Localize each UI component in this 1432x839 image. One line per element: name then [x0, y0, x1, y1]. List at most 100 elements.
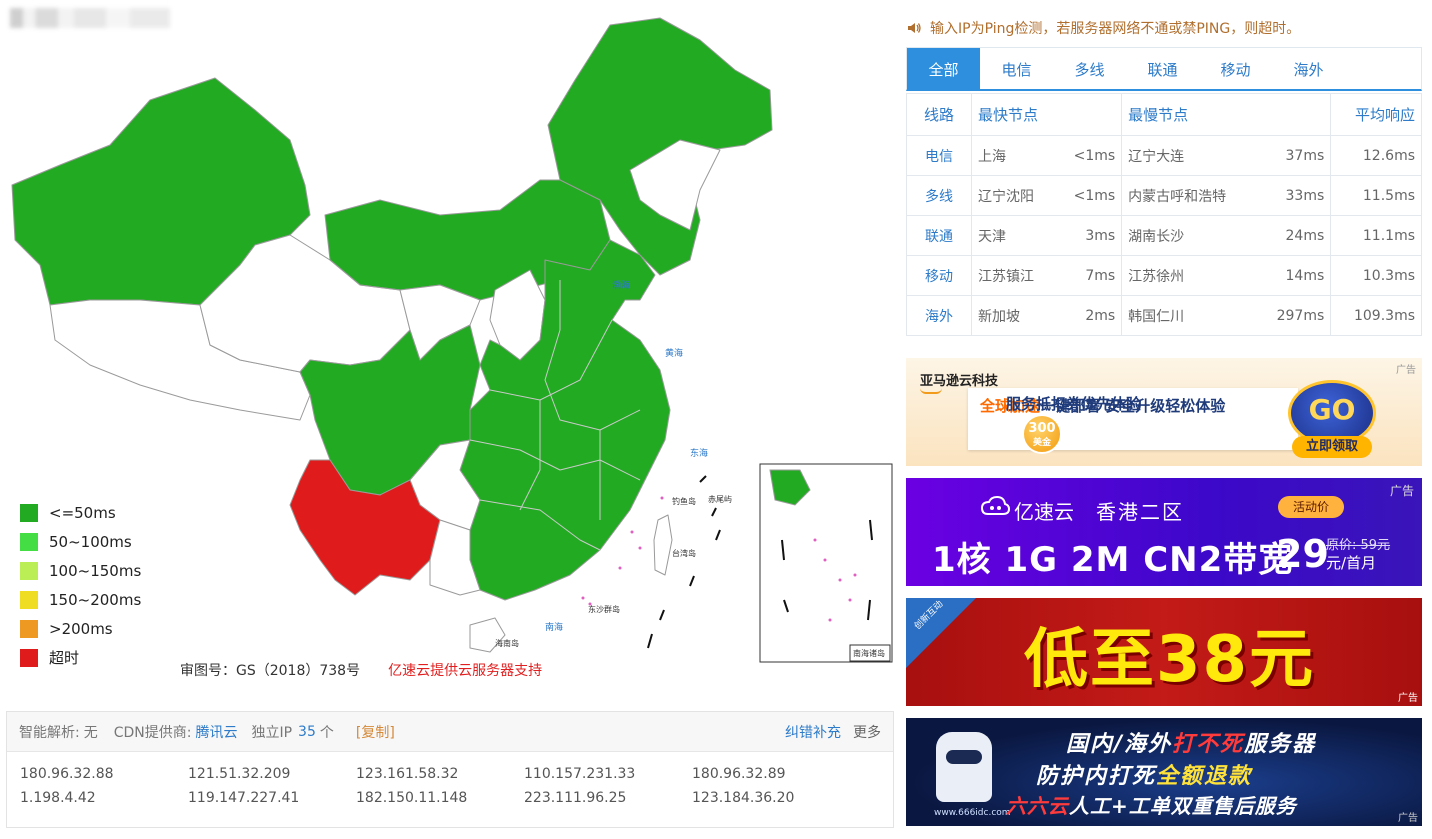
province-taiwan[interactable]: [653, 514, 673, 576]
cell-slow-node: 辽宁大连: [1121, 135, 1258, 176]
table-row: 移动 江苏镇江 7ms 江苏徐州 14ms 10.3ms: [906, 255, 1422, 296]
cell-slow-ms: 37ms: [1257, 135, 1332, 176]
cloud-logo-icon: [980, 496, 1010, 515]
copy-button[interactable]: [复制]: [356, 722, 395, 742]
inset-label: 南海诸岛: [853, 648, 885, 658]
tab-all[interactable]: 全部: [907, 48, 980, 90]
ad2-badge: 活动价: [1278, 496, 1344, 518]
ip-info-bar: 智能解析: 无 CDN提供商: 腾讯云 独立IP 35 个 [复制] 纠错补充 …: [7, 712, 893, 752]
correction-link[interactable]: 纠错补充: [785, 722, 841, 742]
cell-fast-node: 天津: [971, 215, 1056, 256]
ip-item: 223.111.96.25: [524, 790, 627, 806]
sea-label-bohai: 渤海: [612, 279, 630, 291]
ad1-line2: 服务抵扣券优先体验: [1006, 395, 1142, 413]
coin-bottom: 美金: [1032, 438, 1051, 448]
cell-avg: 10.3ms: [1330, 255, 1422, 296]
more-link[interactable]: 更多: [853, 722, 881, 742]
ad-tag: 广告: [1396, 365, 1416, 376]
ad4-line3: 六六云人工+工单双重售后服务: [1006, 790, 1297, 819]
notice-text: 输入IP为Ping检测，若服务器网络不通或禁PING，则超时。: [930, 21, 1301, 37]
latency-legend: <=50ms 50~100ms 100~150ms 150~200ms >200…: [20, 498, 141, 672]
cell-fast-node: 上海: [971, 135, 1056, 176]
ip-list: 180.96.32.88 121.51.32.209 123.161.58.32…: [7, 752, 893, 806]
table-header-row: 线路 最快节点 最慢节点 平均响应: [906, 93, 1422, 136]
legend-swatch: [20, 561, 38, 580]
ad2-spec: 1核 1G 2M CN2带宽: [932, 540, 1294, 580]
tab-mobile[interactable]: 移动: [1199, 48, 1272, 90]
table-row: 海外 新加坡 2ms 韩国仁川 297ms 109.3ms: [906, 295, 1422, 336]
south-china-sea-inset: 南海诸岛: [759, 463, 893, 663]
cell-line: 电信: [906, 135, 972, 176]
sea-label-huanghai: 黄海: [665, 347, 683, 359]
tab-overseas[interactable]: 海外: [1272, 48, 1345, 90]
ad-tag: 广告: [1398, 813, 1418, 824]
robot-visor: [946, 750, 982, 764]
ping-map: 渤海 黄海 东海 南海 台湾岛 钓鱼岛 赤尾屿 东沙群岛 海南岛 南海诸岛 <=…: [0, 0, 895, 700]
cdn-provider-link[interactable]: 腾讯云: [195, 722, 237, 742]
table-row: 联通 天津 3ms 湖南长沙 24ms 11.1ms: [906, 215, 1422, 256]
legend-label: 超时: [49, 649, 80, 667]
ad-banner-aws[interactable]: 广告 亚马逊云科技 全球加速一键部署 安全升级轻松体验 服务抵扣券优先体验 30…: [906, 358, 1422, 466]
line-tabs: 全部 电信 多线 联通 移动 海外: [906, 47, 1422, 91]
ip-item: 123.184.36.20: [692, 790, 795, 806]
cell-line: 海外: [906, 295, 972, 336]
map-credit: 审图号：GS（2018）738号 亿速云提供云服务器支持: [180, 660, 542, 680]
ad4-line2-a: 防护内打死: [1036, 764, 1157, 789]
tab-multiline[interactable]: 多线: [1053, 48, 1126, 90]
ad4-line1: 国内/海外打不死服务器: [1066, 726, 1316, 758]
ad2-region: 香港二区: [1096, 500, 1184, 524]
ip-panel: 智能解析: 无 CDN提供商: 腾讯云 独立IP 35 个 [复制] 纠错补充 …: [6, 711, 894, 828]
ad4-line1-c: 服务器: [1244, 732, 1317, 757]
cell-slow-node: 韩国仁川: [1121, 295, 1258, 336]
coin-top: 300: [1028, 421, 1056, 436]
table-row: 电信 上海 <1ms 辽宁大连 37ms 12.6ms: [906, 135, 1422, 176]
speaker-icon: [908, 23, 921, 33]
cell-line: 联通: [906, 215, 972, 256]
ip-item: 180.96.32.89: [692, 766, 786, 782]
ad-banner-yisu[interactable]: 广告 亿速云 香港二区 1核 1G 2M CN2带宽 活动价 29 原价: 59…: [906, 478, 1422, 586]
cell-fast-ms: 3ms: [1055, 215, 1123, 256]
ad4-line2: 防护内打死全额退款: [1036, 758, 1252, 790]
legend-item-3: 150~200ms: [20, 585, 141, 614]
cell-slow-ms: 24ms: [1257, 215, 1332, 256]
ip-item: 123.161.58.32: [356, 766, 459, 782]
sea-label-donghai: 东海: [690, 447, 708, 459]
ip-item: 121.51.32.209: [188, 766, 291, 782]
cell-fast-node: 新加坡: [971, 295, 1056, 336]
ad-banner-38[interactable]: 创新互动 低至38元 广告: [906, 598, 1422, 706]
ip-item: 182.150.11.148: [356, 790, 468, 806]
tab-telecom[interactable]: 电信: [980, 48, 1053, 90]
ad-banner-666idc[interactable]: www.666idc.com 国内/海外打不死服务器 防护内打死全额退款 六六云…: [906, 718, 1422, 826]
ad-tag: 广告: [1398, 693, 1418, 704]
ad2-price: 29: [1276, 532, 1329, 576]
legend-label: 50~100ms: [49, 532, 132, 551]
tab-unicom[interactable]: 联通: [1126, 48, 1199, 90]
island-label-chiwei: 赤尾屿: [708, 495, 732, 504]
cell-avg: 11.5ms: [1330, 175, 1422, 216]
support-link[interactable]: 亿速云提供云服务器支持: [388, 663, 542, 679]
cell-line: 多线: [906, 175, 972, 216]
coin-icon: 300 美金: [1022, 414, 1062, 454]
island-label-hainan: 海南岛: [495, 638, 519, 648]
island-label-diaoyu: 钓鱼岛: [672, 496, 696, 506]
header-fastest: 最快节点: [970, 93, 1123, 136]
legend-item-5: 超时: [20, 643, 141, 672]
cell-fast-node: 江苏镇江: [971, 255, 1056, 296]
robot-mascot-icon: [936, 732, 992, 802]
cell-avg: 109.3ms: [1330, 295, 1422, 336]
claim-button[interactable]: 立即领取: [1292, 436, 1372, 458]
cell-avg: 12.6ms: [1330, 135, 1422, 176]
ad2-original-price: 原价: 59元: [1326, 538, 1391, 553]
cell-fast-node: 辽宁沈阳: [971, 175, 1056, 216]
legend-swatch: [20, 619, 38, 638]
ad4-site: www.666idc.com: [934, 808, 1011, 818]
resolve-label: 智能解析:: [19, 724, 80, 741]
ad1-brand: 亚马逊云科技: [920, 374, 999, 389]
header-slowest: 最慢节点: [1121, 93, 1332, 136]
cdn-label: CDN提供商:: [113, 724, 192, 741]
route-table: 线路 最快节点 最慢节点 平均响应 电信 上海 <1ms 辽宁大连 37ms 1…: [906, 93, 1422, 336]
ad3-headline: 低至38元: [1024, 623, 1316, 697]
legend-item-4: >200ms: [20, 614, 141, 643]
ad2-unit: 元/首月: [1326, 554, 1377, 572]
ad4-line2-b: 全额退款: [1156, 764, 1253, 789]
